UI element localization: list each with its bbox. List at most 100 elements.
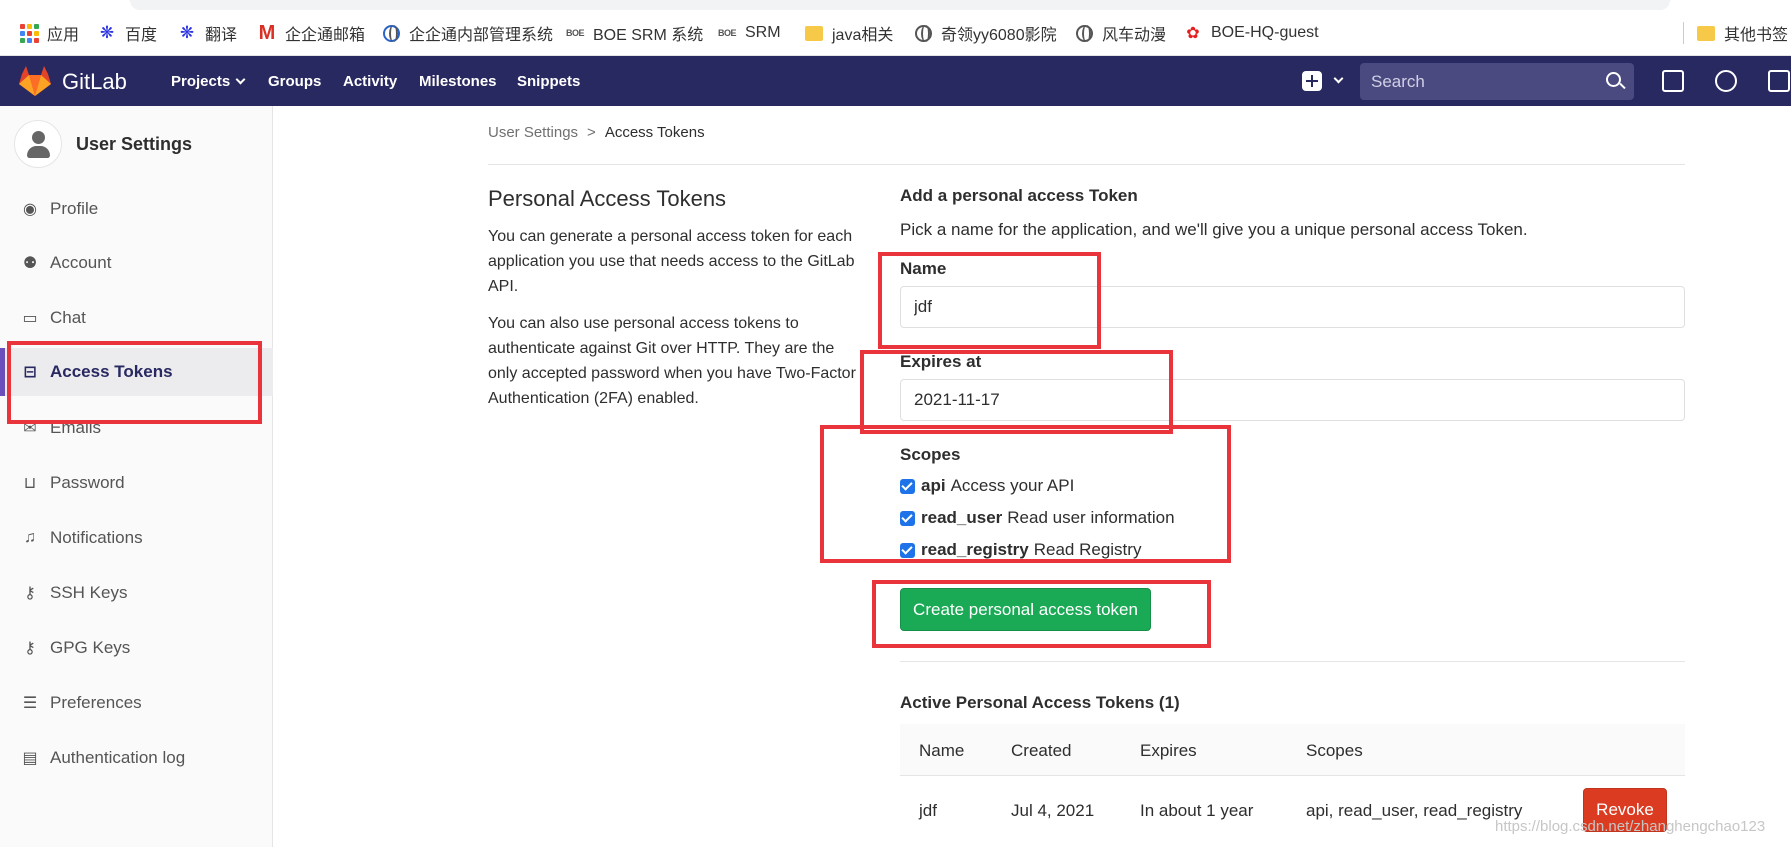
divider	[488, 164, 1685, 165]
form-description: Pick a name for the application, and we'…	[900, 220, 1528, 239]
nav-activity[interactable]: Activity	[343, 73, 397, 90]
nav-snippets[interactable]: Snippets	[517, 73, 580, 90]
bookmark-other[interactable]: 其他书签	[1697, 21, 1788, 45]
description-paragraph-1: You can generate a personal access token…	[488, 228, 855, 295]
column-header: Created	[1011, 741, 1072, 760]
lock-icon: ⊔	[23, 475, 37, 492]
sidebar-item-preferences[interactable]: ☰ Preferences	[0, 679, 273, 727]
token-created-cell: Jul 4, 2021	[1011, 801, 1095, 820]
scopes-label: Scopes	[900, 445, 961, 464]
bookmarks-bar: 应用 ❋ 百度 ❋ 翻译 M 企企通邮箱 企企通内部管理系统 BOE BOE S…	[0, 0, 1791, 56]
token-scopes-cell: api, read_user, read_registry	[1306, 801, 1523, 820]
expires-at-input[interactable]	[900, 379, 1685, 421]
tokens-table-header: Name Created Expires Scopes	[900, 724, 1685, 776]
profile-icon: ◉	[23, 201, 37, 218]
globe-icon	[914, 24, 932, 42]
form-title: Add a personal access Token	[900, 186, 1138, 205]
create-token-button[interactable]: Create personal access token	[900, 588, 1151, 631]
bookmark-java-folder[interactable]: java相关	[805, 21, 893, 45]
nav-groups[interactable]: Groups	[268, 73, 321, 90]
top-navbar: GitLab Projects Groups Activity Mileston…	[0, 56, 1791, 106]
bookmark-internal-system[interactable]: 企企通内部管理系统	[382, 21, 553, 45]
bookmark-translate[interactable]: ❋ 翻译	[178, 21, 237, 45]
new-plus-icon[interactable]	[1302, 71, 1322, 91]
column-header: Scopes	[1306, 741, 1363, 760]
sidebar-item-authentication-log[interactable]: ▤ Authentication log	[0, 734, 273, 782]
user-avatar-icon	[14, 120, 62, 168]
todo-check-icon[interactable]	[1768, 70, 1790, 92]
account-icon: ⚉	[22, 255, 38, 272]
search-input[interactable]	[1360, 63, 1634, 100]
expires-label: Expires at	[900, 352, 982, 371]
sidebar-item-gpg-keys[interactable]: ⚷ GPG Keys	[0, 624, 273, 672]
scope-read-registry[interactable]: read_registry Read Registry	[900, 540, 1141, 560]
bookmark-boe-srm[interactable]: BOE BOE SRM 系统	[566, 21, 703, 45]
log-icon: ▤	[22, 750, 38, 767]
scope-api-checkbox[interactable]	[900, 478, 915, 494]
boe-icon: BOE	[566, 28, 585, 38]
merge-request-icon[interactable]	[1715, 70, 1737, 92]
chevron-down-icon[interactable]	[1333, 73, 1344, 84]
sidebar-header[interactable]: User Settings	[14, 120, 192, 168]
active-tokens-title: Active Personal Access Tokens (1)	[900, 693, 1180, 712]
sidebar-item-password[interactable]: ⊔ Password	[0, 459, 273, 507]
email-icon: ✉	[23, 420, 37, 437]
address-bar-edge	[130, 0, 1670, 10]
divider	[900, 661, 1685, 662]
sliders-icon: ☰	[22, 695, 38, 712]
sidebar-title: User Settings	[76, 133, 193, 154]
scope-read-user[interactable]: read_user Read user information	[900, 508, 1175, 528]
bookmark-boe-hq-guest[interactable]: ✿ BOE-HQ-guest	[1184, 21, 1318, 45]
watermark: https://blog.csdn.net/zhanghengchao123	[1495, 818, 1766, 835]
breadcrumb: User Settings > Access Tokens	[488, 124, 705, 141]
huawei-icon: ✿	[1186, 25, 1200, 42]
globe-icon	[382, 24, 400, 42]
nav-projects[interactable]: Projects	[171, 73, 246, 90]
sidebar-item-notifications[interactable]: ♫ Notifications	[0, 514, 273, 562]
key-icon: ⚷	[24, 585, 36, 602]
bookmark-mail[interactable]: M 企企通邮箱	[258, 21, 365, 45]
globe-icon	[1075, 24, 1093, 42]
boe-icon: BOE	[718, 28, 737, 38]
search-icon[interactable]	[1606, 72, 1621, 87]
gitlab-brand[interactable]: GitLab	[62, 69, 127, 95]
bookmark-apps[interactable]: 应用	[19, 21, 79, 45]
chevron-down-icon	[235, 74, 246, 85]
sidebar-item-ssh-keys[interactable]: ⚷ SSH Keys	[0, 569, 273, 617]
scope-read-registry-checkbox[interactable]	[900, 542, 915, 558]
chat-icon: ▭	[22, 310, 38, 327]
breadcrumb-user-settings[interactable]: User Settings	[488, 124, 578, 141]
bookmark-fengche[interactable]: 风车动漫	[1075, 21, 1166, 45]
nav-milestones[interactable]: Milestones	[419, 73, 497, 90]
breadcrumb-access-tokens[interactable]: Access Tokens	[605, 124, 705, 141]
description-paragraph-2: You can also use personal access tokens …	[488, 315, 856, 407]
scope-read-user-checkbox[interactable]	[900, 510, 915, 526]
bookmarks-separator	[1683, 22, 1684, 44]
baidu-paw-icon: ❋	[179, 23, 195, 42]
sidebar-item-access-tokens[interactable]: ⊟ Access Tokens	[0, 348, 273, 396]
issues-icon[interactable]	[1662, 70, 1684, 92]
sidebar-item-emails[interactable]: ✉ Emails	[0, 404, 273, 452]
scope-api[interactable]: api Access your API	[900, 476, 1074, 496]
token-name-input[interactable]	[900, 286, 1685, 328]
column-header: Expires	[1140, 741, 1197, 760]
page-title: Personal Access Tokens	[488, 186, 727, 211]
bookmark-srm[interactable]: BOE SRM	[718, 21, 781, 45]
mail-m-icon: M	[258, 21, 276, 44]
name-label: Name	[900, 259, 947, 278]
token-name-cell: jdf	[919, 801, 937, 820]
baidu-paw-icon: ❋	[99, 23, 115, 42]
bookmark-baidu[interactable]: ❋ 百度	[98, 21, 157, 45]
folder-icon	[805, 24, 823, 42]
bookmark-yy6080[interactable]: 奇领yy6080影院	[914, 21, 1057, 45]
key-icon: ⚷	[24, 640, 36, 657]
token-icon: ⊟	[23, 364, 37, 381]
gitlab-logo-icon[interactable]	[18, 65, 52, 97]
apps-grid-icon	[19, 23, 39, 43]
column-header: Name	[919, 741, 965, 760]
token-expires-cell: In about 1 year	[1140, 801, 1254, 820]
sidebar-item-account[interactable]: ⚉ Account	[0, 239, 273, 287]
sidebar-item-chat[interactable]: ▭ Chat	[0, 294, 273, 342]
sidebar-item-profile[interactable]: ◉ Profile	[0, 185, 273, 233]
bell-icon: ♫	[24, 529, 36, 546]
